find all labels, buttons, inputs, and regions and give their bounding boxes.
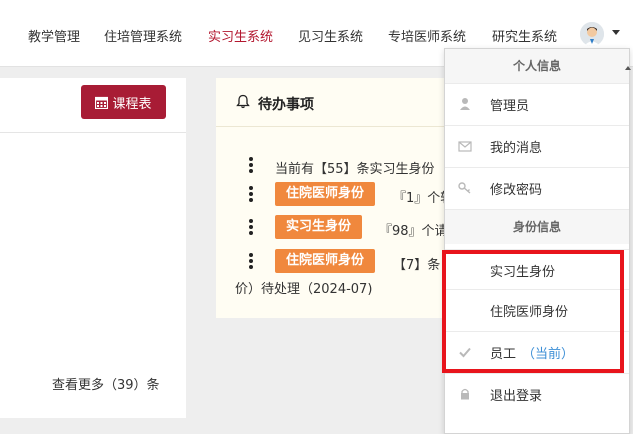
menu-item-label: 修改密码 <box>490 183 543 198</box>
nav-item-teaching[interactable]: 教学管理 <box>28 26 80 45</box>
envelope-icon <box>458 141 472 152</box>
menu-item-label: 实习生身份 <box>490 265 556 280</box>
menu-item-admin[interactable]: 管理员 <box>445 83 629 124</box>
todo-item[interactable]: 实习生身份 『98』个请 <box>216 215 456 241</box>
todo-item-text: 【7】条 <box>393 258 441 273</box>
user-dropdown-menu: 个人信息 管理员 我的消息 修改密码 身份信息 实习生身份 住院医师身份 员工 （… <box>444 48 630 434</box>
nav-item-graduate[interactable]: 研究生系统 <box>492 26 557 45</box>
section-header-identity: 身份信息 <box>445 209 629 244</box>
key-icon <box>458 182 471 194</box>
menu-item-label: 住院医师身份 <box>490 305 569 320</box>
identity-badge: 住院医师身份 <box>275 249 376 273</box>
todo-panel: 待办事项 当前有【55】条实习生身份 住院医师身份 『1』个轨 实习生身份 『9… <box>216 78 456 318</box>
menu-item-change-password[interactable]: 修改密码 <box>445 167 629 208</box>
menu-item-label: 退出登录 <box>490 389 543 404</box>
avatar[interactable] <box>580 22 604 46</box>
drag-handle-icon <box>249 186 253 203</box>
identity-badge: 住院医师身份 <box>275 182 376 206</box>
nav-item-trainee[interactable]: 见习生系统 <box>298 26 363 45</box>
menu-item-label: 管理员 <box>490 99 530 114</box>
todo-item-continuation: 价）待处理（2024-07) <box>235 282 373 297</box>
schedule-button[interactable]: 课程表 <box>81 85 166 119</box>
chevron-down-icon[interactable] <box>612 30 620 35</box>
drag-handle-icon <box>249 253 253 270</box>
todo-title: 待办事项 <box>258 97 314 113</box>
todo-item[interactable]: 当前有【55】条实习生身份 <box>216 153 456 179</box>
drag-handle-icon <box>249 219 253 236</box>
view-more-link[interactable]: 查看更多（39）条 <box>52 374 160 393</box>
menu-item-identity-resident[interactable]: 住院医师身份 <box>445 289 629 330</box>
todo-item-text: 『98』个请 <box>379 224 448 239</box>
section-header-personal: 个人信息 <box>445 49 629 83</box>
menu-item-label: 我的消息 <box>490 141 543 156</box>
todo-header: 待办事项 <box>216 78 456 127</box>
todo-item[interactable]: 住院医师身份 『1』个轨 <box>216 182 456 208</box>
scroll-up-arrow-icon[interactable] <box>625 66 631 70</box>
drag-handle-icon <box>249 157 253 174</box>
identity-badge: 实习生身份 <box>275 215 363 239</box>
todo-item-text: 当前有【55】条实习生身份 <box>275 162 435 177</box>
course-panel: 课程表 查看更多（39）条 <box>0 78 186 418</box>
menu-item-label: 员工 （当前） <box>490 343 574 362</box>
menu-item-messages[interactable]: 我的消息 <box>445 125 629 166</box>
nav-item-intern[interactable]: 实习生系统 <box>208 26 273 45</box>
check-icon <box>459 347 471 358</box>
user-icon <box>460 98 470 110</box>
identity-staff-label: 员工 <box>490 347 517 362</box>
todo-item[interactable]: 住院医师身份 【7】条 <box>216 249 456 275</box>
nav-item-residency[interactable]: 住培管理系统 <box>104 26 182 45</box>
current-identity-tag: （当前） <box>522 347 575 362</box>
nav-item-specialist[interactable]: 专培医师系统 <box>388 26 466 45</box>
menu-item-logout[interactable]: 退出登录 <box>445 373 629 414</box>
schedule-button-label: 课程表 <box>112 96 152 112</box>
divider <box>0 132 186 133</box>
menu-item-identity-intern[interactable]: 实习生身份 <box>445 249 629 290</box>
lock-icon <box>461 388 469 400</box>
bell-icon <box>236 94 250 109</box>
menu-item-identity-staff[interactable]: 员工 （当前） <box>445 331 629 372</box>
calendar-icon <box>95 96 109 109</box>
